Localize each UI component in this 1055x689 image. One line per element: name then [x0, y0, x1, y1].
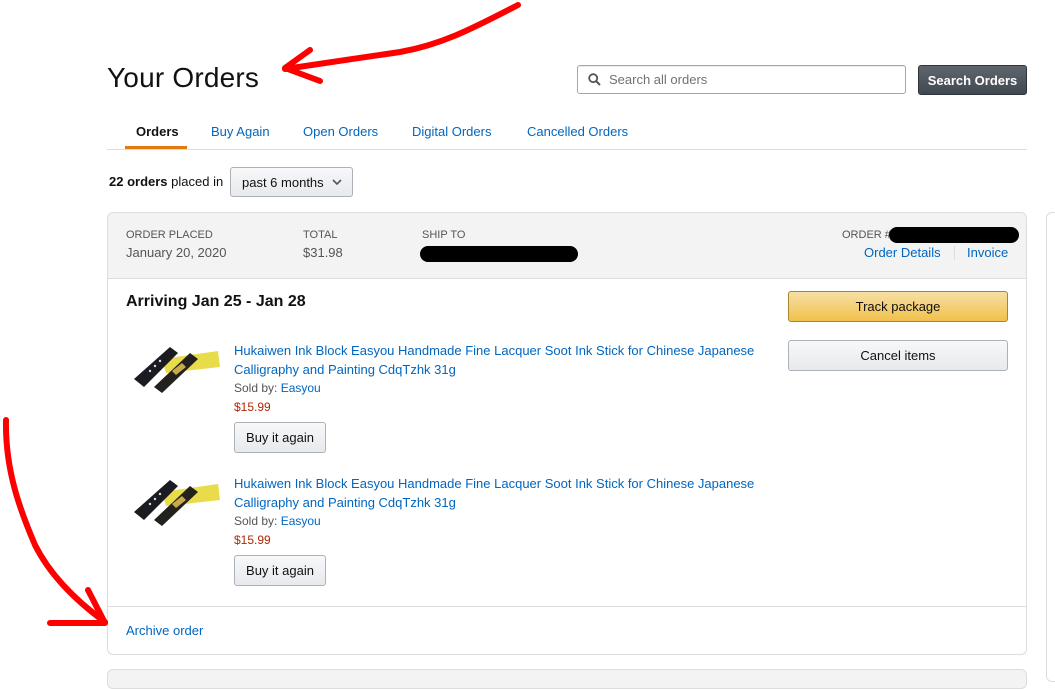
order-header: ORDER PLACED January 20, 2020 TOTAL $31.…: [108, 213, 1026, 279]
next-order-card: [107, 669, 1027, 689]
invoice-link[interactable]: Invoice: [967, 245, 1008, 260]
product-image[interactable]: [132, 474, 222, 534]
tab-buy-again[interactable]: Buy Again: [211, 124, 270, 139]
order-item: Hukaiwen Ink Block Easyou Handmade Fine …: [108, 474, 788, 594]
tab-digital-orders[interactable]: Digital Orders: [412, 124, 491, 139]
cancel-items-button[interactable]: Cancel items: [788, 340, 1008, 371]
active-tab-indicator: [125, 146, 187, 149]
annotation-arrow-archive: [2, 417, 108, 625]
tab-open-orders[interactable]: Open Orders: [303, 124, 378, 139]
order-details-link[interactable]: Order Details: [864, 245, 941, 260]
chevron-down-icon: [332, 178, 342, 185]
track-package-button[interactable]: Track package: [788, 291, 1008, 322]
order-item: Hukaiwen Ink Block Easyou Handmade Fine …: [108, 341, 788, 461]
order-placed-value: January 20, 2020: [126, 245, 227, 260]
order-count: 22 orders placed in: [109, 174, 223, 189]
sold-by-label: Sold by:: [234, 381, 281, 395]
order-number-label: ORDER #: [842, 229, 891, 241]
product-image[interactable]: [132, 341, 222, 401]
side-panel: [1046, 212, 1055, 682]
search-box[interactable]: [577, 65, 906, 94]
annotation-arrowhead-archive: [47, 587, 108, 626]
order-card: ORDER PLACED January 20, 2020 TOTAL $31.…: [107, 212, 1027, 655]
card-divider: [108, 606, 1026, 607]
search-input[interactable]: [607, 71, 891, 88]
product-title-link[interactable]: Hukaiwen Ink Block Easyou Handmade Fine …: [234, 341, 774, 379]
sold-by: Sold by: Easyou: [234, 381, 321, 395]
annotation-arrowhead-title: [282, 47, 323, 84]
page-title: Your Orders: [107, 62, 260, 93]
search-orders-button[interactable]: Search Orders: [918, 65, 1027, 95]
buy-it-again-button[interactable]: Buy it again: [234, 555, 326, 586]
archive-order-link[interactable]: Archive order: [126, 623, 203, 638]
seller-link[interactable]: Easyou: [281, 381, 321, 395]
seller-link[interactable]: Easyou: [281, 514, 321, 528]
item-price: $15.99: [234, 400, 271, 414]
redacted-ship-to: [420, 246, 578, 262]
order-placed-label: ORDER PLACED: [126, 229, 213, 241]
product-title-link[interactable]: Hukaiwen Ink Block Easyou Handmade Fine …: [234, 474, 774, 512]
period-selected: past 6 months: [242, 174, 324, 190]
total-label: TOTAL: [303, 229, 338, 241]
sold-by-label: Sold by:: [234, 514, 281, 528]
annotation-arrow-title: [282, 2, 521, 72]
sold-by: Sold by: Easyou: [234, 514, 321, 528]
order-count-text: placed in: [167, 174, 224, 189]
search-icon: [588, 73, 601, 86]
total-value: $31.98: [303, 245, 343, 260]
order-tabs: Orders Buy Again Open Orders Digital Ord…: [107, 118, 1027, 150]
item-price: $15.99: [234, 533, 271, 547]
arrival-status: Arriving Jan 25 - Jan 28: [126, 293, 306, 310]
tab-orders[interactable]: Orders: [136, 124, 179, 139]
redacted-order-number: [889, 227, 1019, 243]
order-count-number: 22 orders: [109, 174, 168, 189]
ship-to-label: SHIP TO: [422, 229, 466, 241]
buy-it-again-button[interactable]: Buy it again: [234, 422, 326, 453]
link-divider: [954, 246, 955, 260]
tab-cancelled-orders[interactable]: Cancelled Orders: [527, 124, 628, 139]
period-dropdown[interactable]: past 6 months: [230, 167, 353, 197]
